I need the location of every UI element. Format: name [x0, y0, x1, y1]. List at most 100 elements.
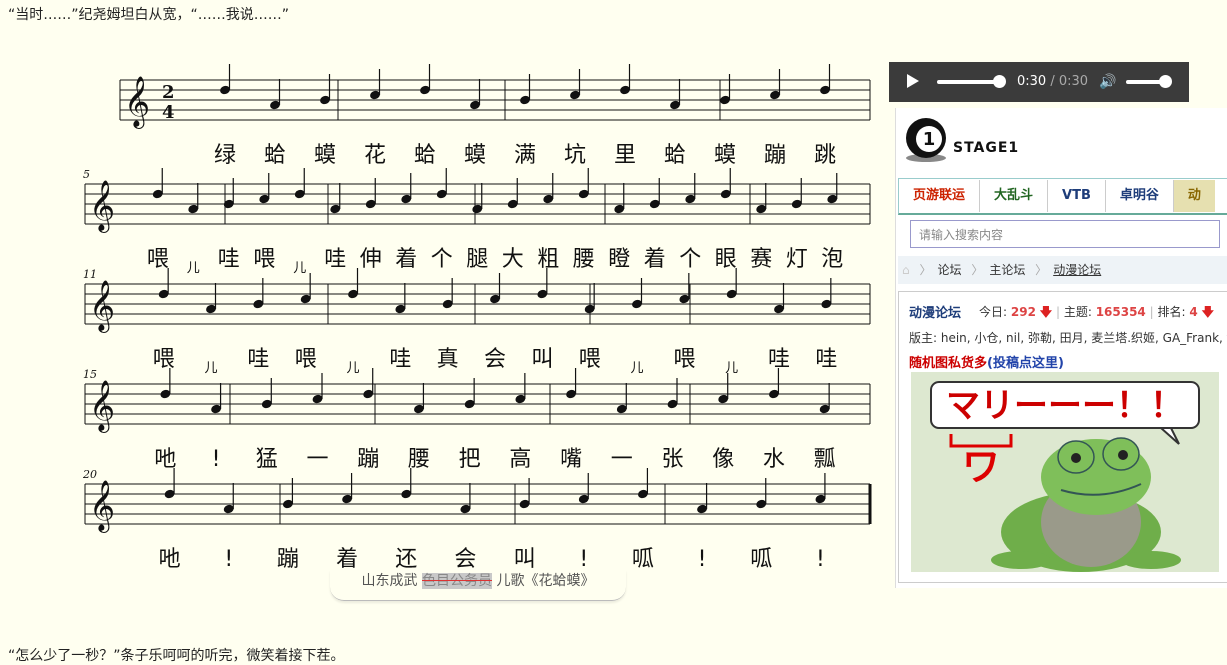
lyric: 儿 [293, 261, 306, 276]
lyric: 还 [395, 547, 417, 568]
caption-suffix: 儿歌《花蛤蟆》 [496, 573, 595, 589]
lyric: 蛤 [664, 143, 686, 168]
lyric: 着 [336, 547, 358, 568]
treble-clef-icon: 𝄞 [89, 480, 115, 533]
current-time: 0:30 [1017, 74, 1047, 89]
nav-item-4[interactable]: 动 [1173, 180, 1215, 212]
lyric: 喂 [295, 347, 317, 372]
lyric: 蛤 [414, 143, 436, 168]
lyric: 儿 [346, 361, 359, 376]
volume-icon[interactable]: 🔊 [1099, 74, 1116, 90]
logo-digit: 1 [923, 129, 936, 150]
image-caption-2: ワ [962, 445, 1000, 489]
nav-item-3[interactable]: 卓明谷 [1106, 180, 1174, 212]
stage1-logo-icon[interactable]: 1 [901, 114, 951, 164]
lyric: 水 [763, 447, 785, 472]
down-arrow-icon: 🡇 [1201, 305, 1214, 319]
breadcrumb-main[interactable]: 主论坛 [989, 263, 1025, 277]
lyric: ! [816, 547, 825, 568]
story-line-bottom: “怎么少了一秒？”条子乐呵呵的听完，微笑着接下茬。 [8, 648, 345, 664]
submit-link[interactable]: (投稿点这里) [987, 356, 1064, 371]
lyric: 儿 [204, 361, 217, 376]
lyric: 张 [661, 447, 683, 472]
lyric: 哇 [218, 247, 240, 272]
lyric: 哇 [247, 347, 269, 372]
random-image-title: 随机图私货多(投稿点这里) [909, 352, 1064, 371]
image-caption: マリーーー！！ [946, 386, 1184, 426]
site-name[interactable]: STAGE1 [953, 140, 1019, 156]
caption-prefix: 山东成武 [361, 573, 418, 589]
moderators: 版主: hein, 小仓, nil, 弥勒, 田月, 麦兰塔.织姬, GA_Fr… [909, 331, 1227, 345]
lyric: 哇 [815, 347, 837, 372]
audio-player: 0:30 / 0:30 🔊 [889, 62, 1189, 102]
lyric: 跳 [814, 143, 836, 168]
topics-label: 主题: [1063, 305, 1092, 319]
measure-number: 11 [83, 268, 97, 281]
today-label: 今日: [979, 305, 1008, 319]
score-svg: 𝄞 24𝄞5𝄞11𝄞15𝄞20 绿蛤蟆花蛤蟆满坑里蛤蟆蹦跳喂儿哇喂儿哇伸着个腿大粗… [82, 64, 872, 572]
frog-image[interactable]: マリーーー！！ ワ [911, 372, 1219, 572]
lyric: 绿 [214, 143, 236, 168]
nav-item-0[interactable]: 页游联运 [899, 180, 981, 212]
treble-clef-icon: 𝄞 [124, 76, 150, 129]
lyric: 蹦 [277, 547, 299, 568]
lyric: 喂 [579, 347, 601, 372]
lyric: 高 [509, 447, 531, 472]
lyric: 哇 [324, 247, 346, 272]
play-icon[interactable] [907, 74, 919, 88]
lyric: 眼 [715, 247, 737, 272]
lyric: 蹦 [357, 447, 379, 472]
lyric: ! [224, 547, 233, 568]
seek-knob[interactable] [993, 75, 1006, 88]
board-name[interactable]: 动漫论坛 [909, 302, 961, 321]
lyric: 蹦 [764, 143, 786, 168]
breadcrumb-forum[interactable]: 论坛 [937, 263, 961, 277]
lyric: 喂 [153, 347, 175, 372]
lyric: 一 [306, 447, 328, 472]
lyric: 哇 [768, 347, 790, 372]
lyric: 叫 [514, 547, 536, 568]
lyric: 猛 [256, 447, 278, 472]
lyric: 蟆 [464, 143, 486, 168]
lyric: 灯 [786, 247, 808, 272]
board-stats: 今日: 292 🡇 | 主题: 165354 | 排名: 4 🡇 [979, 305, 1214, 319]
lyric: 腰 [573, 247, 595, 272]
lyric: 吔 [154, 447, 176, 472]
lyric: 腰 [408, 447, 430, 472]
nav-item-1[interactable]: 大乱斗 [980, 180, 1049, 212]
lyric: 喂 [147, 247, 169, 272]
lyric: 喂 [253, 247, 275, 272]
lyric: 叫 [531, 347, 553, 372]
home-icon[interactable]: ⌂ [902, 256, 910, 284]
nav-item-2[interactable]: VTB [1048, 180, 1106, 212]
lyric: 瞪 [608, 247, 630, 272]
time-separator: / [1046, 74, 1059, 89]
lyric: 呱 [750, 547, 772, 568]
measure-number: 5 [83, 168, 90, 181]
lyric: 瓢 [814, 447, 836, 472]
lyric: 赛 [750, 247, 772, 272]
measure-number: 20 [82, 468, 97, 481]
lyric: 泡 [821, 247, 843, 272]
lyric: 儿 [187, 261, 200, 276]
lyric: 个 [431, 247, 453, 272]
random-image-label: 随机图私货多 [909, 356, 988, 371]
lyric: 伸 [360, 247, 382, 272]
lyric: 一 [611, 447, 633, 472]
forum-nav: 页游联运 大乱斗 VTB 卓明谷 动 [898, 178, 1227, 215]
lyric: 腿 [466, 247, 488, 272]
lyric: 粗 [537, 247, 559, 272]
score-caption: 山东成武 色目公务员 儿歌《花蛤蟆》 [330, 570, 626, 601]
seek-bar[interactable] [937, 80, 1001, 84]
lyric: 个 [679, 247, 701, 272]
duration: 0:30 [1058, 74, 1089, 89]
lyric: 坑 [564, 143, 586, 168]
today-count: 292 [1010, 305, 1036, 319]
volume-knob[interactable] [1159, 75, 1172, 88]
breadcrumb-anime[interactable]: 动漫论坛 [1053, 263, 1101, 277]
time-sig-top: 2 [162, 82, 175, 103]
lyric: 真 [437, 347, 459, 372]
lyric: 会 [454, 547, 476, 568]
search-input[interactable]: 请输入搜索内容 [910, 220, 1220, 248]
rank-label: 排名: [1157, 305, 1186, 319]
